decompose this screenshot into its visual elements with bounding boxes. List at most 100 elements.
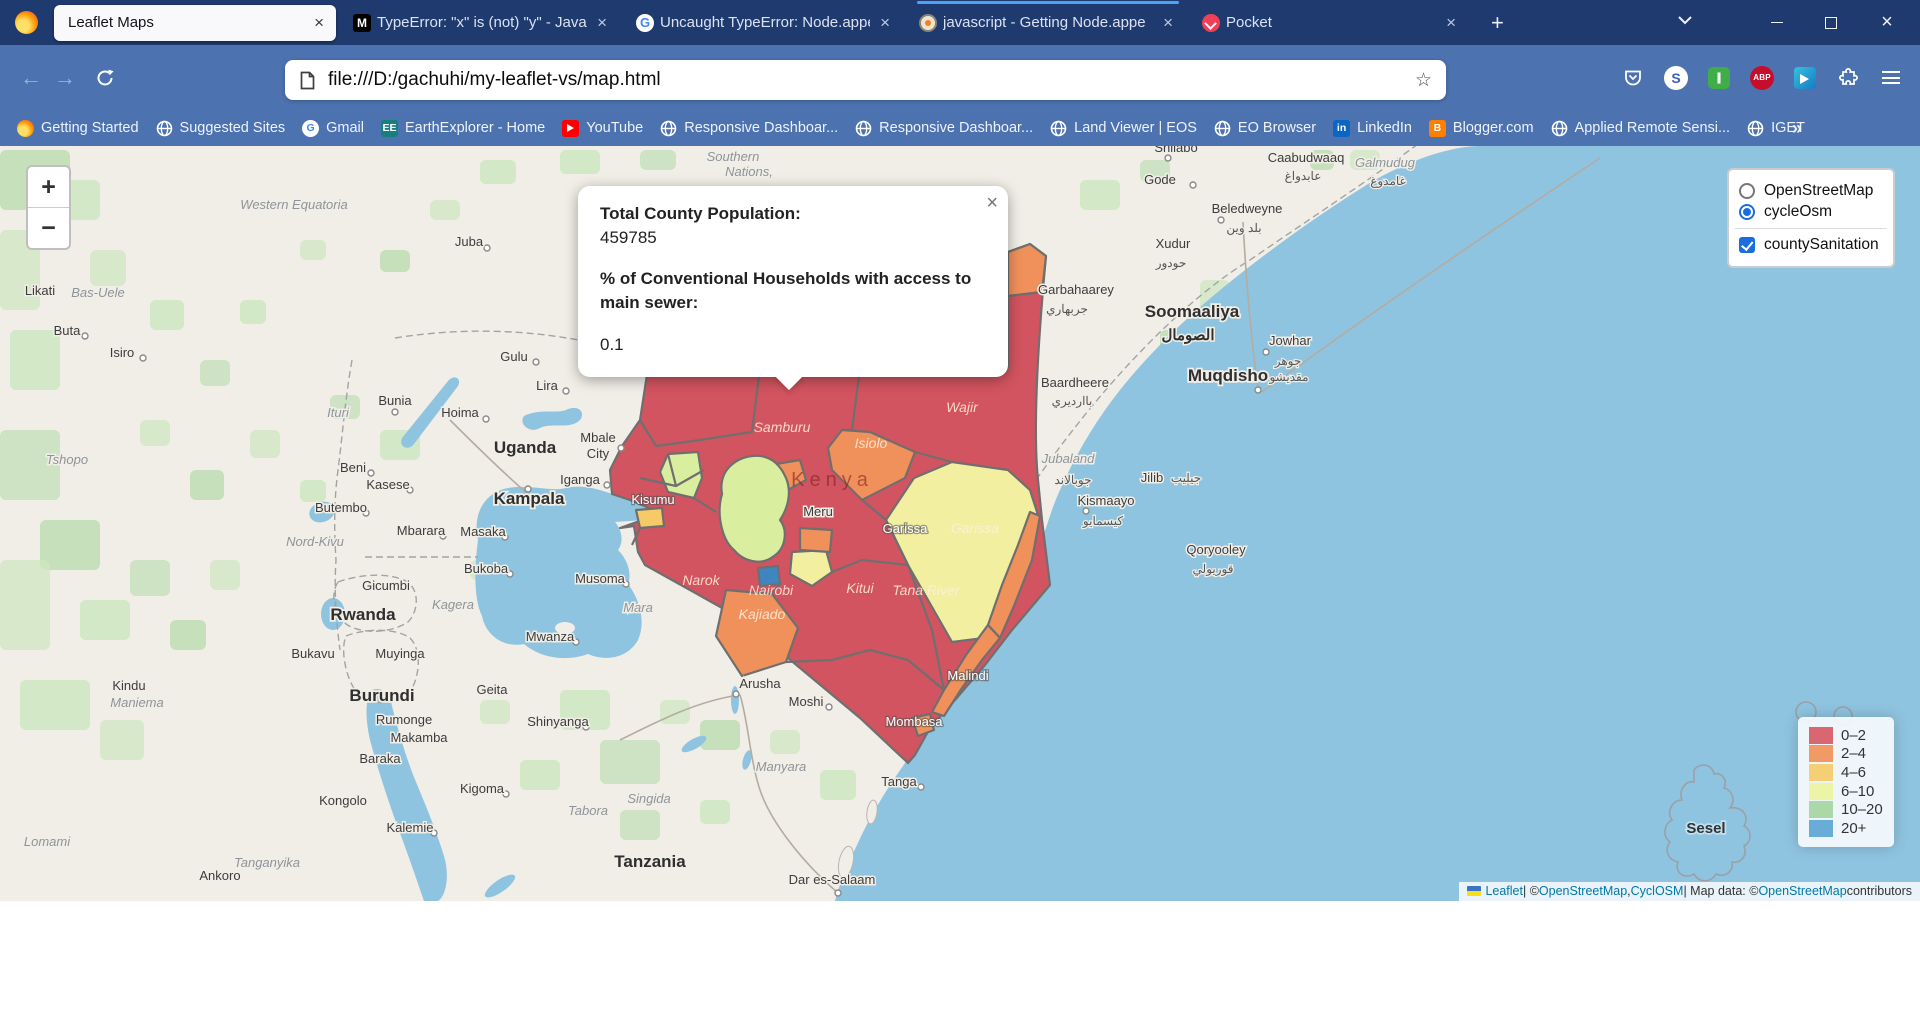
bookmark-label: Land Viewer | EOS bbox=[1074, 120, 1197, 136]
map-label--: حودور bbox=[1155, 256, 1187, 270]
map-label-butembo: Butembo bbox=[315, 500, 367, 515]
abp-icon[interactable]: ABP bbox=[1749, 65, 1775, 91]
map-label-narok: Narok bbox=[682, 572, 720, 588]
legend: 0–22–44–66–1010–2020+ bbox=[1798, 717, 1894, 847]
forest-patch bbox=[770, 730, 800, 754]
forest-patch bbox=[430, 200, 460, 220]
legend-entry: 6–10 bbox=[1809, 782, 1883, 801]
base-layer-option-cycleosm[interactable]: cycleOsm bbox=[1739, 203, 1883, 221]
tab-2[interactable]: MTypeError: "x" is (not) "y" - JavaS× bbox=[345, 5, 619, 41]
popup-close-button[interactable]: × bbox=[986, 192, 998, 215]
popup-sewer-label: % of Conventional Households with access… bbox=[600, 267, 986, 315]
bookmark-youtube[interactable]: YouTube bbox=[562, 120, 643, 137]
city-dot bbox=[918, 784, 924, 790]
globe-icon bbox=[855, 120, 872, 137]
attribution-link[interactable]: OpenStreetMap bbox=[1539, 884, 1627, 898]
tab-4[interactable]: javascript - Getting Node.appe× bbox=[911, 5, 1185, 41]
google-icon: G bbox=[302, 120, 319, 137]
ukraine-flag-icon bbox=[1467, 886, 1481, 896]
bookmark-label: Responsive Dashboar... bbox=[879, 120, 1033, 136]
map-label-qoryooley: Qoryooley bbox=[1186, 542, 1246, 557]
pocket-save-icon[interactable] bbox=[1620, 65, 1646, 91]
bookmark-label: Suggested Sites bbox=[180, 120, 286, 136]
bookmark-label: Blogger.com bbox=[1453, 120, 1534, 136]
attribution-bar: Leaflet | © OpenStreetMap, CyclOSM | Map… bbox=[1459, 882, 1920, 901]
zoom-in-button[interactable]: + bbox=[28, 167, 69, 208]
bookmark-gmail[interactable]: GGmail bbox=[302, 120, 364, 137]
firefox-logo-icon bbox=[15, 11, 38, 34]
bookmark-suggested-sites[interactable]: Suggested Sites bbox=[156, 120, 286, 137]
tab-title: Uncaught TypeError: Node.appe bbox=[660, 14, 870, 31]
s-extension-icon[interactable]: S bbox=[1663, 65, 1689, 91]
checkbox-checked-icon[interactable] bbox=[1739, 237, 1755, 253]
bookmark-star-icon[interactable]: ☆ bbox=[1415, 69, 1432, 92]
bookmark-label: EO Browser bbox=[1238, 120, 1316, 136]
bookmark-blogger-com[interactable]: BBlogger.com bbox=[1429, 120, 1534, 137]
forest-patch bbox=[620, 810, 660, 840]
map-label-burundi: Burundi bbox=[349, 686, 414, 705]
new-tab-button[interactable]: + bbox=[1485, 9, 1510, 37]
tab-close-button[interactable]: × bbox=[1159, 14, 1177, 31]
map-label-singida: Singida bbox=[627, 791, 670, 806]
forest-patch bbox=[480, 160, 516, 184]
map-label-southern: Southern bbox=[707, 149, 760, 164]
bookmark-responsive-dashboar-[interactable]: Responsive Dashboar... bbox=[660, 120, 838, 137]
window-restore-button[interactable] bbox=[1808, 0, 1854, 45]
map-label-kitui: Kitui bbox=[846, 580, 874, 596]
bookmark-getting-started[interactable]: Getting Started bbox=[17, 120, 139, 137]
bookmark-responsive-dashboar-[interactable]: Responsive Dashboar... bbox=[855, 120, 1033, 137]
base-layer-option-openstreetmap[interactable]: OpenStreetMap bbox=[1739, 182, 1883, 200]
bookmark-applied-remote-sensi-[interactable]: Applied Remote Sensi... bbox=[1551, 120, 1731, 137]
forest-patch bbox=[700, 800, 730, 824]
map-label-bunia: Bunia bbox=[378, 393, 412, 408]
tab-3[interactable]: GUncaught TypeError: Node.appe× bbox=[628, 5, 902, 41]
tab-close-button[interactable]: × bbox=[876, 14, 894, 31]
list-tabs-chevron-icon[interactable] bbox=[1677, 12, 1693, 30]
bookmarks-overflow-chevron[interactable]: » bbox=[1792, 118, 1802, 139]
forward-button[interactable]: → bbox=[48, 65, 82, 91]
bookmark-earthexplorer-home[interactable]: EEEarthExplorer - Home bbox=[381, 120, 545, 137]
attribution-link[interactable]: CyclOSM bbox=[1631, 884, 1684, 898]
reload-button[interactable] bbox=[88, 68, 122, 88]
url-bar[interactable]: file:///D:/gachuhi/my-leaflet-vs/map.htm… bbox=[285, 60, 1446, 100]
overlay-option-countysanitation[interactable]: countySanitation bbox=[1739, 236, 1883, 254]
window-minimize-button[interactable] bbox=[1754, 0, 1800, 45]
map-label-kindu: Kindu bbox=[112, 678, 145, 693]
green-extension-icon[interactable] bbox=[1706, 65, 1732, 91]
url-text[interactable]: file:///D:/gachuhi/my-leaflet-vs/map.htm… bbox=[328, 69, 1415, 91]
earthexplorer-icon: EE bbox=[381, 120, 398, 137]
radio-selected-icon[interactable] bbox=[1739, 204, 1755, 220]
attribution-text: contributors bbox=[1847, 884, 1912, 898]
attribution-link[interactable]: Leaflet bbox=[1485, 884, 1523, 898]
menu-icon[interactable] bbox=[1878, 65, 1904, 91]
map-label--: بلد وين bbox=[1226, 221, 1261, 235]
tab-close-button[interactable]: × bbox=[593, 14, 611, 31]
forest-patch bbox=[300, 240, 326, 260]
map-label--: جيليب bbox=[1171, 471, 1201, 485]
teal-extension-icon[interactable] bbox=[1792, 65, 1818, 91]
puzzle-icon[interactable] bbox=[1835, 65, 1861, 91]
bookmark-eo-browser[interactable]: EO Browser bbox=[1214, 120, 1316, 137]
attribution-text: | © bbox=[1523, 884, 1539, 898]
window-close-button[interactable]: × bbox=[1864, 0, 1910, 45]
radio-unselected-icon[interactable] bbox=[1739, 183, 1755, 199]
tab-title: TypeError: "x" is (not) "y" - JavaS bbox=[377, 14, 587, 31]
legend-swatch bbox=[1809, 727, 1833, 744]
tab-5[interactable]: Pocket× bbox=[1194, 5, 1468, 41]
legend-label: 10–20 bbox=[1841, 801, 1883, 818]
bookmark-linkedin[interactable]: inLinkedIn bbox=[1333, 120, 1412, 137]
city-dot bbox=[826, 704, 832, 710]
back-button[interactable]: ← bbox=[14, 65, 48, 91]
tab-close-button[interactable]: × bbox=[310, 14, 328, 31]
legend-entry: 2–4 bbox=[1809, 745, 1883, 764]
map-label-gode: Gode bbox=[1144, 172, 1176, 187]
legend-swatch bbox=[1809, 801, 1833, 818]
bookmark-land-viewer-eos[interactable]: Land Viewer | EOS bbox=[1050, 120, 1197, 137]
map-viewport[interactable]: SouthernNations,Western EquatoriaJubaGul… bbox=[0, 146, 1920, 901]
zoom-out-button[interactable]: − bbox=[28, 208, 69, 248]
map-label--: قوريولي bbox=[1193, 562, 1234, 576]
tab-1[interactable]: Leaflet Maps× bbox=[54, 5, 336, 41]
city-dot bbox=[140, 355, 146, 361]
attribution-link[interactable]: OpenStreetMap bbox=[1758, 884, 1846, 898]
tab-close-button[interactable]: × bbox=[1442, 14, 1460, 31]
